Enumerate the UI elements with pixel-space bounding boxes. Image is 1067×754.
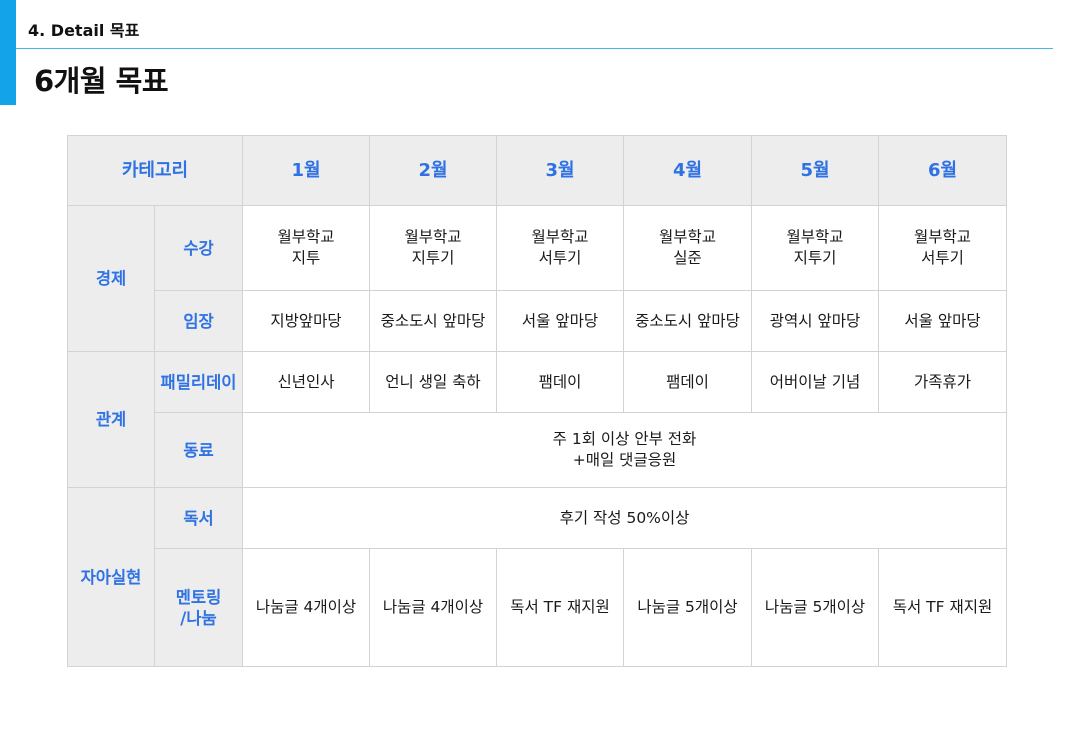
table-cell: 월부학교 지투기 [369,205,497,291]
table-cell: 서울 앞마당 [496,290,624,352]
table-cell: 팸데이 [496,351,624,413]
table-cell: 독서 TF 재지원 [496,548,624,667]
table-cell: 나눔글 4개이상 [369,548,497,667]
table-row: 동료 주 1회 이상 안부 전화 +매일 댓글응원 [68,412,1007,488]
mentoring-label-line: /나눔 [180,608,217,628]
header-divider [16,48,1053,49]
table-cell: 광역시 앞마당 [751,290,879,352]
table-cell: 중소도시 앞마당 [369,290,497,352]
table-row: 멘토링 /나눔 나눔글 4개이상 나눔글 4개이상 독서 TF 재지원 나눔글 … [68,548,1007,667]
category-economy: 경제 [67,205,155,352]
category-header: 카테고리 [67,135,243,206]
table-row: 경제 수강 월부학교 지투 월부학교 지투기 월부학교 서투기 월부학교 실준 월부학교… [67,205,1007,352]
table-cell: 월부학교 서투기 [878,205,1007,291]
table-cell: 가족휴가 [878,351,1007,413]
colleague-goal-line: 주 1회 이상 안부 전화 [552,430,697,448]
subcategory-field-visit: 임장 [154,290,243,352]
month-header: 6월 [878,135,1007,206]
category-relations: 관계 [67,351,155,488]
month-header: 1월 [242,135,370,206]
subcategory-reading: 독서 [154,487,243,549]
table-cell: 월부학교 지투 [242,205,370,291]
colleague-goal-line: +매일 댓글응원 [572,451,677,469]
table-cell: 나눔글 5개이상 [623,548,752,667]
subcategory-family-day: 패밀리데이 [154,351,243,413]
month-header: 4월 [623,135,752,206]
month-header: 5월 [751,135,879,206]
table-cell: 월부학교 실준 [623,205,752,291]
category-self-realization: 자아실현 [67,487,155,667]
table-cell: 월부학교 지투기 [751,205,879,291]
subcategory-mentoring: 멘토링 /나눔 [154,548,243,667]
table-row: 관계 패밀리데이 신년인사 언니 생일 축하 팸데이 팸데이 어버이날 기념 가… [67,351,1007,488]
table-cell-merged: 후기 작성 50%이상 [242,487,1007,549]
table-cell: 나눔글 4개이상 [242,548,370,667]
table-cell: 신년인사 [242,351,370,413]
table-cell: 팸데이 [623,351,752,413]
goals-table: 카테고리 1월 2월 3월 4월 5월 6월 경제 수강 월부학교 지투 월부학교… [67,135,1007,667]
table-cell-merged: 주 1회 이상 안부 전화 +매일 댓글응원 [242,412,1007,488]
table-row: 자아실현 독서 후기 작성 50%이상 [67,487,1007,667]
table-cell: 나눔글 5개이상 [751,548,879,667]
mentoring-label-line: 멘토링 [175,587,222,607]
table-cell: 독서 TF 재지원 [878,548,1007,667]
table-cell: 월부학교 서투기 [496,205,624,291]
table-header-row: 카테고리 1월 2월 3월 4월 5월 6월 [67,135,1007,206]
table-cell: 서울 앞마당 [878,290,1007,352]
month-header: 2월 [369,135,497,206]
month-header: 3월 [496,135,624,206]
table-cell: 어버이날 기념 [751,351,879,413]
table-cell: 중소도시 앞마당 [623,290,752,352]
subcategory-course: 수강 [154,205,243,291]
table-cell: 지방앞마당 [242,290,370,352]
subcategory-colleague: 동료 [154,412,243,488]
section-label: 4. Detail 목표 [28,21,140,40]
page-title: 6개월 목표 [34,64,169,98]
table-row: 임장 지방앞마당 중소도시 앞마당 서울 앞마당 중소도시 앞마당 광역시 앞마… [68,290,1007,352]
table-cell: 언니 생일 축하 [369,351,497,413]
accent-bar [0,0,16,105]
